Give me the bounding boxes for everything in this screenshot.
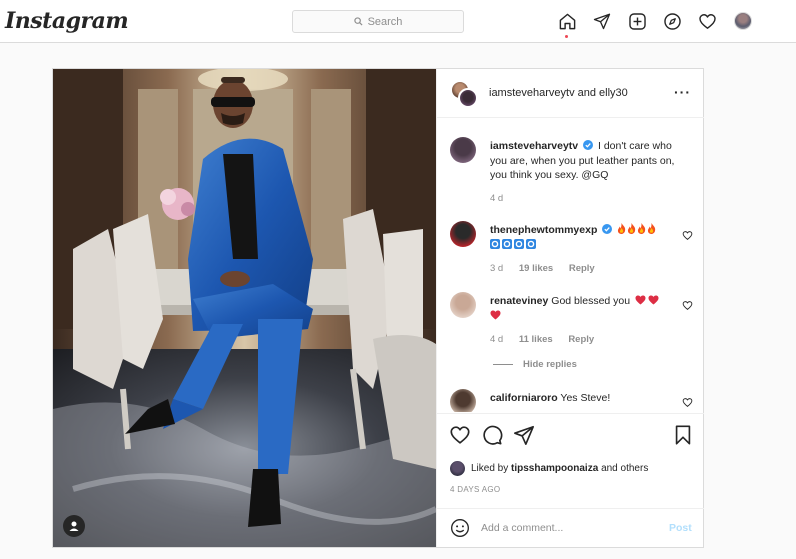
post-actions: Liked by tipsshampoonaiza and others 4 D… xyxy=(437,413,704,547)
post-comment-button[interactable]: Post xyxy=(669,522,692,534)
direct-messages-icon[interactable] xyxy=(592,11,612,31)
comment-bubble-icon[interactable] xyxy=(481,424,503,446)
blue-circle-emoji-icon xyxy=(490,238,500,249)
avatar[interactable] xyxy=(450,389,476,412)
top-navigation-bar: Instagram Search xyxy=(0,0,796,43)
emoji-smiley-icon[interactable] xyxy=(450,518,470,538)
avatar-elly30[interactable] xyxy=(458,88,478,108)
liked-by-prefix: Liked by xyxy=(471,463,509,474)
fire-emoji-icon xyxy=(638,223,646,234)
post-image xyxy=(53,69,436,547)
like-comment-heart-icon[interactable] xyxy=(682,230,693,241)
comments-list[interactable]: iamsteveharveytv I don't care who you ar… xyxy=(437,119,704,412)
home-icon[interactable] xyxy=(557,11,577,31)
caption-text: iamsteveharveytv I don't care who you ar… xyxy=(490,139,675,183)
comment-username[interactable]: renateviney xyxy=(490,295,548,307)
comment-meta: 4 d 11 likes Reply xyxy=(490,334,607,345)
blue-circle-emoji-icon xyxy=(526,238,536,249)
post-age[interactable]: 4 DAYS AGO xyxy=(450,485,500,494)
profile-avatar[interactable] xyxy=(734,12,752,30)
add-comment-bar: Post xyxy=(437,508,704,548)
post-header: iamsteveharveytv and elly30 ··· xyxy=(437,69,704,118)
liker-avatar[interactable] xyxy=(450,461,465,476)
comment-username[interactable]: californiaroro xyxy=(490,392,558,404)
post-dialog: iamsteveharveytv and elly30 ··· iamsteve… xyxy=(52,68,704,548)
hide-replies-button[interactable]: Hide replies xyxy=(493,359,577,370)
caption-username[interactable]: iamsteveharveytv xyxy=(490,140,578,152)
blue-circle-emoji-icon xyxy=(514,238,524,249)
comment-input[interactable] xyxy=(481,518,661,538)
avatar[interactable] xyxy=(450,221,476,247)
comment-text: renateviney God blessed you xyxy=(490,294,675,323)
instagram-logo[interactable]: Instagram xyxy=(5,8,129,34)
fire-emoji-icon xyxy=(648,223,656,234)
new-post-icon[interactable] xyxy=(627,11,647,31)
hide-replies-label: Hide replies xyxy=(523,359,577,370)
reply-button[interactable]: Reply xyxy=(568,334,594,345)
blue-circle-emoji-icon xyxy=(502,238,512,249)
comment-likes[interactable]: 19 likes xyxy=(519,263,553,274)
activity-heart-icon[interactable] xyxy=(697,11,717,31)
post-author-names[interactable]: iamsteveharveytv and elly30 xyxy=(489,87,628,99)
avatar[interactable] xyxy=(450,292,476,318)
comment-body: God blessed you xyxy=(551,295,631,307)
like-heart-icon[interactable] xyxy=(449,424,471,446)
verified-badge-icon xyxy=(602,224,613,234)
comment-time[interactable]: 3 d xyxy=(490,263,503,274)
tagged-user-button[interactable] xyxy=(63,515,85,537)
user-tag-icon xyxy=(69,521,79,531)
comment-time[interactable]: 4 d xyxy=(490,334,503,345)
like-comment-heart-icon[interactable] xyxy=(682,300,693,311)
post-photo[interactable] xyxy=(53,69,436,547)
search-input[interactable]: Search xyxy=(292,10,464,33)
collab-avatars[interactable] xyxy=(450,80,478,108)
search-icon xyxy=(353,17,363,26)
red-heart-emoji-icon xyxy=(648,295,659,305)
more-options-icon[interactable]: ··· xyxy=(674,85,691,99)
post-sidebar: iamsteveharveytv and elly30 ··· iamsteve… xyxy=(436,69,704,547)
comment-body: Yes Steve! xyxy=(560,392,611,404)
avatar[interactable] xyxy=(450,137,476,163)
fire-emoji-icon xyxy=(628,223,636,234)
comment-meta: 3 d 19 likes Reply xyxy=(490,263,608,274)
comment-likes[interactable]: 11 likes xyxy=(519,334,553,345)
comment-username[interactable]: thenephewtommyexp xyxy=(490,224,597,236)
caption-time[interactable]: 4 d xyxy=(490,193,503,204)
caption-meta: 4 d xyxy=(490,193,516,204)
liked-by: Liked by tipsshampoonaiza and others xyxy=(450,461,648,476)
comment-text: thenephewtommyexp xyxy=(490,223,675,252)
explore-icon[interactable] xyxy=(662,11,682,31)
notification-dot xyxy=(565,35,568,38)
share-paper-plane-icon[interactable] xyxy=(513,424,535,446)
search-placeholder: Search xyxy=(367,15,403,28)
liked-by-user[interactable]: tipsshampoonaiza xyxy=(511,463,598,474)
liked-by-suffix[interactable]: and others xyxy=(601,463,648,474)
verified-badge-icon xyxy=(583,140,594,150)
like-comment-heart-icon[interactable] xyxy=(682,397,693,408)
red-heart-emoji-icon xyxy=(635,295,646,305)
fire-emoji-icon xyxy=(618,223,626,234)
comment-text: californiaroro Yes Steve! xyxy=(490,391,675,406)
save-bookmark-icon[interactable] xyxy=(672,424,694,446)
reply-button[interactable]: Reply xyxy=(569,263,595,274)
divider-line xyxy=(493,364,513,365)
red-heart-emoji-icon xyxy=(490,309,501,320)
